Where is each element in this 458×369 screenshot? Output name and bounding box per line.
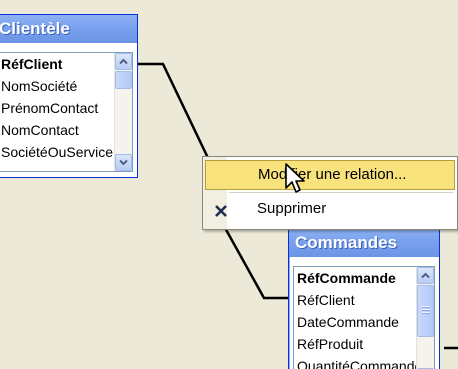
table-title-clientele[interactable]: Clientèle [0, 15, 137, 43]
vertical-scrollbar[interactable] [114, 53, 132, 171]
scroll-thumb[interactable] [417, 285, 434, 337]
scroll-up-button[interactable] [417, 267, 434, 284]
chevron-down-icon [119, 159, 128, 166]
table-window-commandes[interactable]: Commandes RéfCommande RéfClient DateComm… [288, 228, 440, 369]
delete-x-icon [215, 205, 227, 217]
scroll-thumb[interactable] [115, 71, 132, 89]
field-list-box[interactable]: RéfCommande RéfClient DateCommande RéfPr… [293, 266, 435, 369]
table-title-commandes[interactable]: Commandes [289, 229, 439, 257]
field-item-primary-key[interactable]: RéfCommande [294, 267, 417, 289]
menu-separator [229, 192, 453, 193]
field-item[interactable]: NomSociété [0, 75, 115, 97]
relationship-line-continued[interactable] [222, 225, 294, 300]
field-item[interactable]: DateCommande [294, 311, 417, 333]
table-window-clientele[interactable]: Clientèle RéfClient NomSociété PrénomCon… [0, 14, 138, 178]
field-item[interactable]: RéfClient [294, 289, 417, 311]
menu-item-delete[interactable]: Supprimer [205, 195, 455, 225]
chevron-up-icon [119, 58, 128, 65]
field-item[interactable]: QuantitéCommandée [294, 355, 417, 369]
relationship-canvas[interactable]: Clientèle RéfClient NomSociété PrénomCon… [0, 0, 458, 369]
vertical-scrollbar[interactable] [416, 267, 434, 369]
field-item[interactable]: RéfProduit [294, 333, 417, 355]
field-item[interactable]: SociétéOuService [0, 141, 115, 163]
field-list: RéfClient NomSociété PrénomContact NomCo… [0, 53, 115, 171]
menu-item-label: Supprimer [257, 200, 327, 217]
field-item[interactable]: NomContact [0, 119, 115, 141]
field-list: RéfCommande RéfClient DateCommande RéfPr… [294, 267, 417, 369]
field-list-box[interactable]: RéfClient NomSociété PrénomContact NomCo… [0, 52, 133, 172]
scroll-down-button[interactable] [115, 154, 132, 171]
scroll-up-button[interactable] [115, 53, 132, 70]
menu-item-label: Modifier une relation... [258, 166, 407, 183]
relationship-line[interactable] [137, 62, 210, 159]
field-item-primary-key[interactable]: RéfClient [0, 53, 115, 75]
context-menu: Modifier une relation... Supprimer [202, 156, 458, 230]
mouse-cursor-icon [285, 163, 305, 193]
menu-item-modify-relation[interactable]: Modifier une relation... [205, 160, 455, 190]
field-item[interactable]: PrénomContact [0, 97, 115, 119]
chevron-up-icon [421, 272, 430, 279]
